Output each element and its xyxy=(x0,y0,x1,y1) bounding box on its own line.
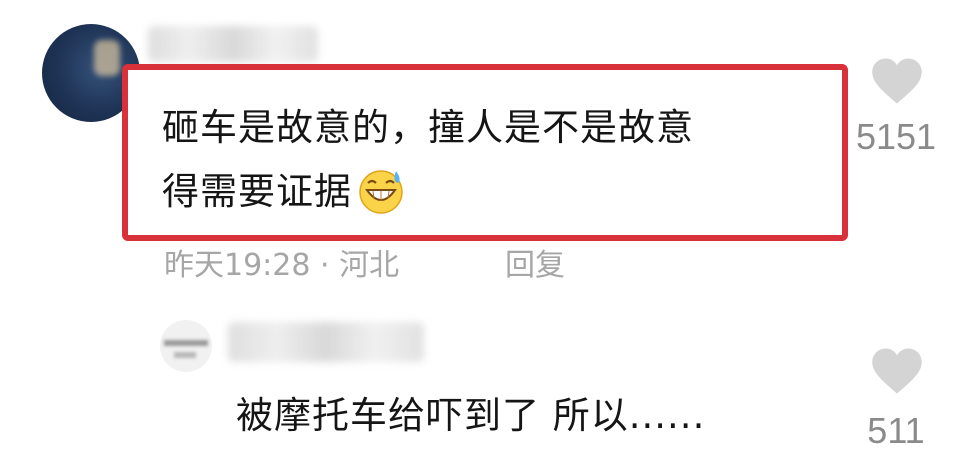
username-blurred[interactable] xyxy=(228,322,424,362)
meta-separator: · xyxy=(320,248,330,283)
like-count: 511 xyxy=(867,410,925,451)
heart-icon[interactable] xyxy=(870,346,924,396)
comment-text-line1: 砸车是故意的，撞人是不是故意 xyxy=(162,106,694,149)
grinning-sweat-emoji-icon xyxy=(356,165,406,215)
comment-text-line2: 得需要证据 xyxy=(162,170,352,213)
heart-icon[interactable] xyxy=(870,56,924,106)
comment-time: 昨天19:28 xyxy=(164,248,311,283)
comment-item: 砸车是故意的，撞人是不是故意 得需要证据 昨天19:28 · 河北 回复 515… xyxy=(0,0,960,300)
username-blurred[interactable] xyxy=(148,26,318,62)
reply-button[interactable]: 回复 xyxy=(505,240,565,284)
highlight-box: 砸车是故意的，撞人是不是故意 得需要证据 xyxy=(122,64,848,241)
avatar[interactable] xyxy=(160,320,212,372)
comment-location: 河北 xyxy=(339,248,400,283)
comment-meta: 昨天19:28 · 河北 xyxy=(164,240,399,284)
comment-text-line2-wrap: 得需要证据 xyxy=(162,160,406,224)
comment-item: 被摩托车给吓到了 所以...... 511 xyxy=(0,300,960,467)
like-count: 5151 xyxy=(855,116,937,157)
comment-text: 被摩托车给吓到了 所以...... xyxy=(236,394,706,437)
